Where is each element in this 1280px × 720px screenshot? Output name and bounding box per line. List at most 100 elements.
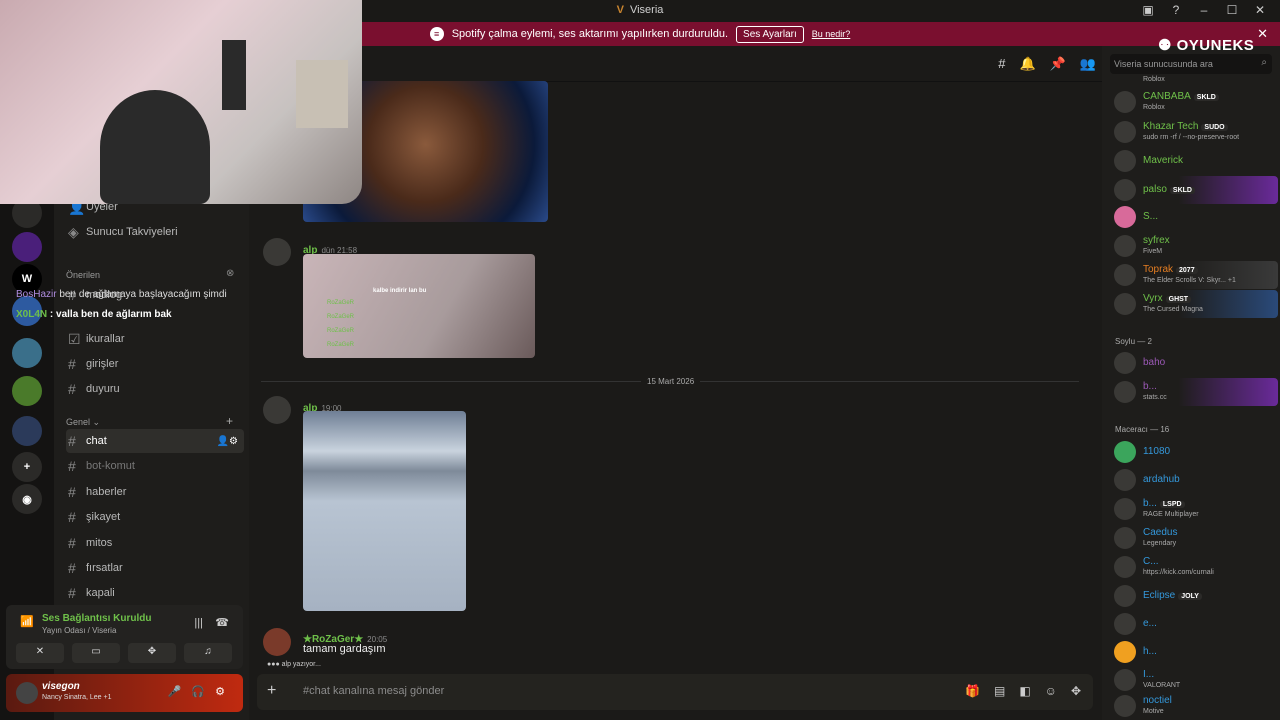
add-attachment-icon[interactable]: +	[267, 682, 276, 700]
channel-haberler[interactable]: # haberler	[66, 480, 244, 504]
server-icon[interactable]	[12, 416, 42, 446]
avatar[interactable]	[263, 396, 291, 424]
chat-area: # 🔔 📌 👥 alp dün 21:58 kalbe indirir lan b…	[249, 46, 1102, 720]
stream-brand-logo: ⚉ OYUNEKS	[1158, 37, 1255, 54]
app-title: Viseria	[629, 4, 664, 16]
camera-button[interactable]: ✕	[16, 643, 64, 663]
inbox-icon[interactable]: ▣	[1140, 3, 1156, 17]
member-item[interactable]: b... LSPD RAGE Multiplayer	[1112, 495, 1278, 523]
user-status: Nancy Sinatra, Lee +1	[42, 694, 112, 701]
message-input[interactable]: #chat kanalına mesaj gönder	[303, 685, 444, 697]
maximize-icon[interactable]: ☐	[1224, 3, 1240, 17]
help-icon[interactable]: ?	[1168, 3, 1184, 17]
activities-button[interactable]: ✥	[128, 643, 176, 663]
threads-icon[interactable]: #	[998, 56, 1005, 72]
server-icon[interactable]	[12, 376, 42, 406]
signal-icon: 📶	[20, 616, 34, 628]
member-item[interactable]: b... stats.cc	[1112, 378, 1278, 406]
username: visegon	[42, 681, 80, 692]
image-embed[interactable]	[303, 411, 466, 611]
sticker-icon[interactable]: ◧	[1019, 684, 1030, 698]
member-item[interactable]: palso SKLD	[1112, 176, 1278, 204]
members-list-icon[interactable]: 👥	[1080, 56, 1096, 72]
member-activity: Roblox	[1143, 76, 1165, 83]
noise-icon[interactable]: |||	[194, 617, 203, 629]
search-icon: ⌕	[1261, 57, 1267, 68]
add-server-icon[interactable]: +	[12, 452, 42, 482]
gear-icon[interactable]: ⚙	[215, 685, 225, 698]
member-item[interactable]: h...	[1112, 638, 1278, 666]
close-icon[interactable]: ⊗	[226, 268, 234, 279]
gift-icon[interactable]: 🎁	[965, 684, 980, 698]
settings-icon[interactable]: 👤⚙	[217, 436, 238, 447]
member-item[interactable]: noctiel Motive	[1112, 692, 1278, 720]
pin-icon[interactable]: 📌	[1050, 56, 1066, 72]
user-panel: visegon Nancy Sinatra, Lee +1 🎤 🎧 ⚙	[6, 674, 243, 712]
avatar	[1114, 235, 1136, 257]
member-list: Viseria sunucusunda ara ⌕ Roblox CANBABA S…	[1102, 46, 1280, 720]
what-is-this-link[interactable]: Bu nedir?	[812, 29, 851, 39]
member-item[interactable]: e...	[1112, 610, 1278, 638]
member-item[interactable]: Eclipse JOLY	[1112, 582, 1278, 610]
member-item[interactable]: 11080	[1112, 438, 1278, 466]
embed-caption: kalbe indirir lan bu	[373, 288, 427, 294]
wall-banner	[222, 40, 246, 110]
apps-icon[interactable]: ✥	[1071, 684, 1081, 698]
member-item[interactable]: syfrex FiveM	[1112, 232, 1278, 260]
avatar	[1114, 613, 1136, 635]
bell-icon[interactable]: 🔔	[1019, 56, 1035, 72]
audio-settings-button[interactable]: Ses Ayarları	[736, 25, 804, 43]
avatar	[1114, 264, 1136, 286]
server-icon[interactable]	[12, 232, 42, 262]
channel-bot-komut[interactable]: # bot-komut	[66, 454, 244, 478]
member-item[interactable]: Maverick	[1112, 147, 1278, 175]
emoji-icon[interactable]: ☺	[1045, 684, 1057, 698]
member-item[interactable]: Toprak 2077 The Elder Scrolls V: Skyr... +…	[1112, 261, 1278, 289]
soundboard-button[interactable]: ♫	[184, 643, 232, 663]
channel-firsatlar[interactable]: # fırsatlar	[66, 556, 244, 580]
avatar	[1114, 527, 1136, 549]
search-input[interactable]: Viseria sunucusunda ara ⌕	[1110, 54, 1272, 74]
channel-mitos[interactable]: # mitos	[66, 531, 244, 555]
channel-sikayet[interactable]: # şikayet	[66, 505, 244, 529]
sidebar-item-boosts[interactable]: ◈ Sunucu Takviyeleri	[66, 220, 244, 244]
boost-icon: ◈	[68, 223, 79, 240]
mic-icon[interactable]: 🎤	[168, 685, 182, 698]
member-item[interactable]: baho	[1112, 349, 1278, 377]
avatar	[1114, 441, 1136, 463]
message-composer[interactable]: + #chat kanalına mesaj gönder 🎁 ▤ ◧ ☺ ✥	[257, 674, 1093, 710]
explore-icon[interactable]: ◉	[12, 484, 42, 514]
server-icon[interactable]	[12, 338, 42, 368]
channel-girisler[interactable]: # girişler	[66, 352, 244, 376]
member-item[interactable]: ardahub	[1112, 466, 1278, 494]
avatar[interactable]	[263, 238, 291, 266]
member-item[interactable]: Khazar Tech SUDO sudo rm -rf / --no-preser…	[1112, 118, 1278, 146]
voice-channel[interactable]: Yayın Odası / Viseria	[42, 626, 116, 635]
member-item[interactable]: Caedus Legendary	[1112, 524, 1278, 552]
minimize-icon[interactable]: –	[1196, 3, 1212, 17]
screenshare-button[interactable]: ▭	[72, 643, 120, 663]
member-item[interactable]: CANBABA SKLD Roblox	[1112, 88, 1278, 116]
category-header[interactable]: Genel ⌄	[66, 417, 100, 428]
close-icon[interactable]: ✕	[1257, 26, 1268, 42]
wall-poster	[296, 60, 348, 128]
headphones-icon[interactable]: 🎧	[191, 685, 205, 698]
gif-icon[interactable]: ▤	[994, 684, 1005, 698]
disconnect-icon[interactable]: ☎	[215, 616, 229, 629]
member-item[interactable]: Vyrx GHST The Cursed Magna	[1112, 290, 1278, 318]
image-embed[interactable]: kalbe indirir lan bu RoZaGeR RoZaGeR RoZ…	[303, 254, 535, 358]
member-item[interactable]: I... VALORANT	[1112, 666, 1278, 694]
channel-kapali[interactable]: # kapali	[66, 581, 244, 605]
member-item[interactable]: S...	[1112, 203, 1278, 231]
member-item[interactable]: C... https://kick.com/curnali	[1112, 553, 1278, 581]
close-icon[interactable]: ✕	[1252, 3, 1268, 17]
avatar[interactable]	[263, 628, 291, 656]
avatar	[1114, 352, 1136, 374]
add-channel-icon[interactable]: +	[226, 414, 233, 428]
channel-rules[interactable]: ☑ ikurallar	[66, 327, 244, 351]
embed-chat-text: RoZaGeR	[327, 300, 355, 306]
avatar	[1114, 585, 1136, 607]
channel-duyuru[interactable]: # duyuru	[66, 377, 244, 401]
channel-chat[interactable]: # chat 👤⚙	[66, 429, 244, 453]
avatar[interactable]	[16, 682, 38, 704]
